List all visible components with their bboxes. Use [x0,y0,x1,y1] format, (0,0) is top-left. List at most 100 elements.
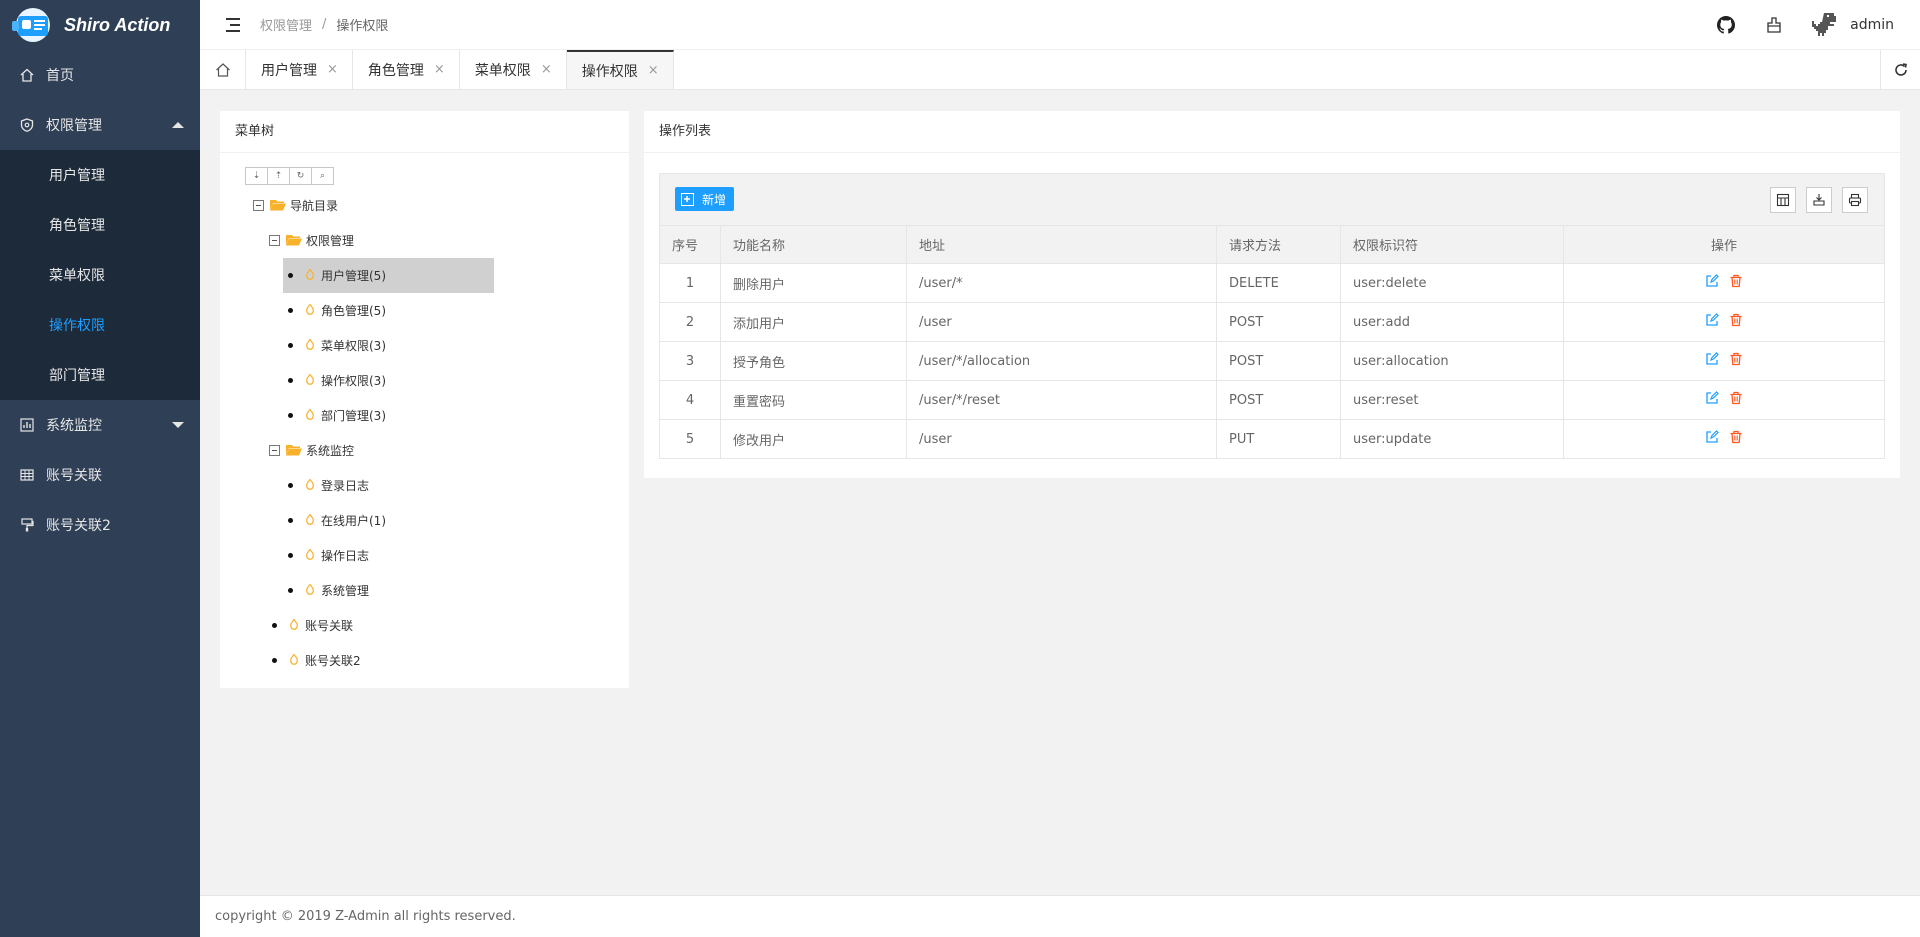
delete-icon[interactable] [1729,430,1743,444]
chevron-up-icon [172,122,184,128]
sidebar-item-users[interactable]: 用户管理 [0,150,200,200]
breadcrumb-item[interactable]: 权限管理 [260,15,312,34]
leaf-icon [306,514,314,525]
tree-node-label: 账号关联2 [305,653,361,668]
menu-toggle-icon[interactable] [226,17,242,32]
collapse-all-icon[interactable]: ⇡ [267,167,290,185]
tree-node-root[interactable]: 导航目录 [253,195,338,215]
user-name[interactable]: admin [1850,17,1894,33]
delete-icon[interactable] [1729,391,1743,405]
table-row[interactable]: 3 授予角色 /user/*/allocation POST user:allo… [659,341,1885,381]
tab-users[interactable]: 用户管理 × [246,50,353,89]
tab-label: 角色管理 [367,62,424,79]
sidebar-item-label: 账号关联 [46,468,102,484]
github-icon[interactable] [1716,15,1736,35]
add-button-label: 新增 [702,192,727,207]
tree-node-department-management[interactable]: 部门管理(3) [288,405,386,425]
edit-icon[interactable] [1705,274,1719,288]
table-row[interactable]: 4 重置密码 /user/*/reset POST user:reset [659,380,1885,420]
sidebar-item-account-link-2[interactable]: 账号关联2 [0,500,200,550]
sidebar-item-label: 权限管理 [46,118,102,134]
column-header[interactable]: 请求方法 [1216,225,1341,264]
bullet-icon [288,412,293,418]
print-button[interactable] [1842,187,1868,213]
tree-node-label: 在线用户(1) [321,513,386,528]
tree-node-role-management[interactable]: 角色管理(5) [288,300,386,320]
sidebar-item-label: 账号关联2 [46,518,111,534]
bullet-icon [288,342,293,348]
tab-menu-permissions[interactable]: 菜单权限 × [460,50,567,89]
tree-node-menu-permissions[interactable]: 菜单权限(3) [288,335,386,355]
tree-node-user-management[interactable]: 用户管理(5) [288,265,386,285]
delete-icon[interactable] [1729,352,1743,366]
column-header[interactable]: 序号 [659,225,721,264]
breadcrumb-current: 操作权限 [336,19,389,34]
sidebar-item-departments[interactable]: 部门管理 [0,350,200,400]
export-button[interactable] [1806,187,1832,213]
clear-cache-icon[interactable] [1764,15,1784,35]
cell-url: /user/* [906,263,1217,303]
tree-node-label: 角色管理(5) [321,303,386,318]
tree-node-system-monitor[interactable]: 系统监控 [269,440,354,460]
expand-all-icon[interactable]: ⇣ [245,167,268,185]
tree-node-online-users[interactable]: 在线用户(1) [288,510,386,530]
brush-icon [20,518,34,532]
edit-icon[interactable] [1705,430,1719,444]
tree-node-permissions[interactable]: 权限管理 [269,230,354,250]
leaf-icon [306,584,314,595]
sidebar-item-menu-permissions[interactable]: 菜单权限 [0,250,200,300]
refresh-button[interactable] [1880,50,1920,90]
tree-node-account-link-2[interactable]: 账号关联2 [272,650,361,670]
add-icon [681,192,694,206]
tree-node-login-log[interactable]: 登录日志 [288,475,369,495]
row-index: 5 [659,419,721,459]
sidebar-item-monitor[interactable]: 系统监控 [0,400,200,450]
tab-home[interactable] [200,50,246,89]
tree-node-system-management[interactable]: 系统管理 [288,580,369,600]
collapse-icon[interactable] [269,444,280,456]
table-row[interactable]: 2 添加用户 /user POST user:add [659,302,1885,342]
edit-icon[interactable] [1705,391,1719,405]
cell-name: 添加用户 [720,302,907,342]
tree-node-operation-log[interactable]: 操作日志 [288,545,369,565]
tree-node-account-link[interactable]: 账号关联 [272,615,353,635]
close-icon[interactable]: × [648,63,659,78]
tree-node-operation-permissions[interactable]: 操作权限(3) [288,370,386,390]
delete-icon[interactable] [1729,274,1743,288]
delete-icon[interactable] [1729,313,1743,327]
edit-icon[interactable] [1705,313,1719,327]
cell-url: /user/*/reset [906,380,1217,420]
reload-tree-icon[interactable]: ↻ [289,167,312,185]
search-tree-icon[interactable]: ⌕ [311,167,334,185]
cell-permission: user:delete [1340,263,1564,303]
sidebar-item-account-link[interactable]: 账号关联 [0,450,200,500]
column-header[interactable]: 权限标识符 [1340,225,1564,264]
sidebar-item-home[interactable]: 首页 [0,50,200,100]
tab-roles[interactable]: 角色管理 × [353,50,460,89]
columns-filter-button[interactable] [1770,187,1796,213]
edit-icon[interactable] [1705,352,1719,366]
close-icon[interactable]: × [541,62,552,77]
column-header[interactable]: 地址 [906,225,1217,264]
collapse-icon[interactable] [253,199,264,211]
column-header[interactable]: 功能名称 [720,225,907,264]
sidebar: Shiro Action 首页 权限管理 用户管理 角色管理 菜单权限 操作权限… [0,0,200,937]
collapse-icon[interactable] [269,234,280,246]
breadcrumb: 权限管理 / 操作权限 [260,15,388,34]
table-row[interactable]: 1 删除用户 /user/* DELETE user:delete [659,263,1885,303]
leaf-icon [306,339,314,350]
user-avatar[interactable] [1808,10,1838,40]
tab-operation-permissions[interactable]: 操作权限 × [566,50,674,89]
close-icon[interactable]: × [434,62,445,77]
sidebar-item-permissions[interactable]: 权限管理 [0,100,200,150]
tab-label: 操作权限 [581,63,638,80]
app-logo[interactable]: Shiro Action [0,0,200,50]
close-icon[interactable]: × [327,62,338,77]
sidebar-item-roles[interactable]: 角色管理 [0,200,200,250]
sidebar-item-operation-permissions[interactable]: 操作权限 [0,300,200,350]
refresh-icon [1894,63,1907,76]
add-button[interactable]: 新增 [675,187,735,211]
table-row[interactable]: 5 修改用户 /user PUT user:update [659,419,1885,459]
panel-title: 操作列表 [644,111,1900,153]
cell-permission: user:add [1340,302,1564,342]
